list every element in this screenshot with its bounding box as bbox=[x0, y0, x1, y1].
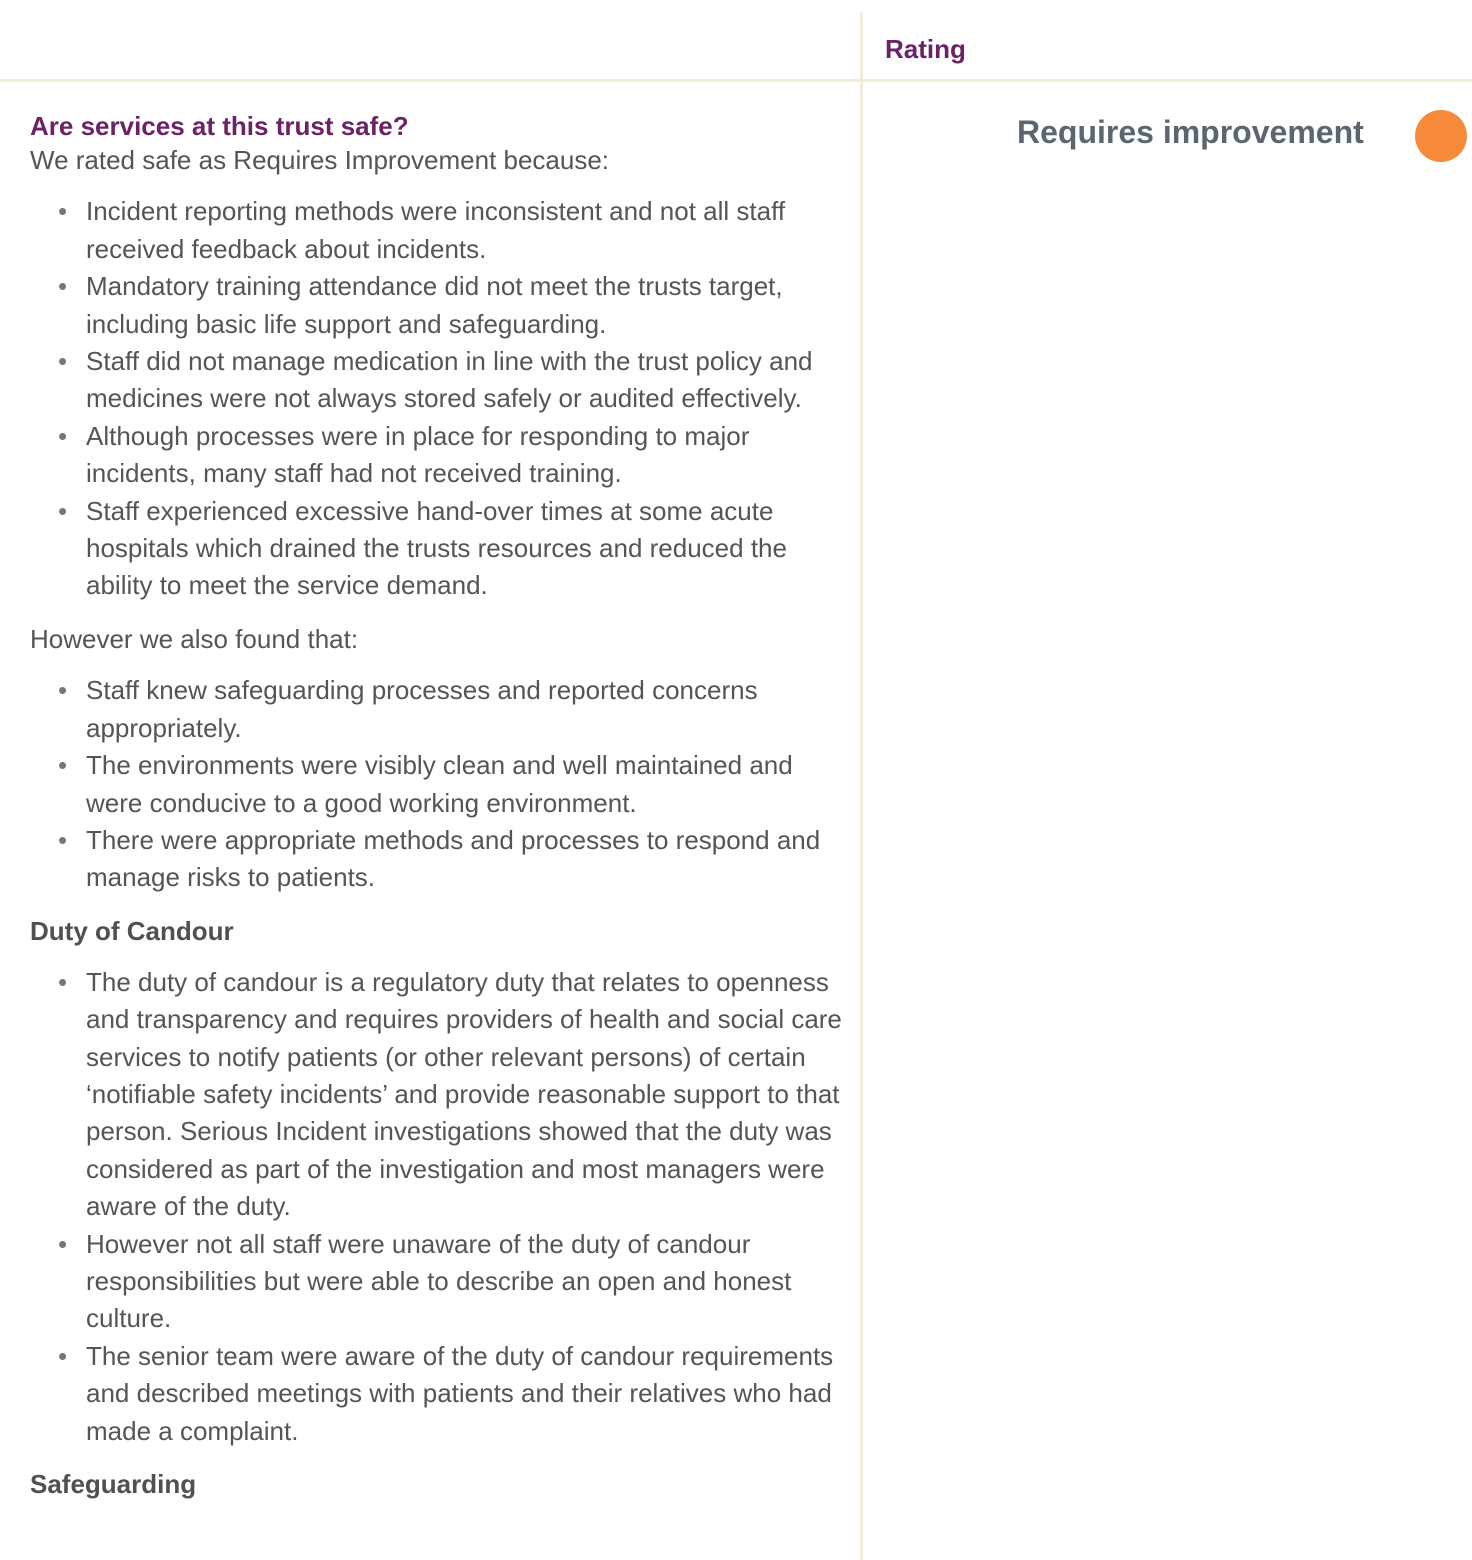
list-item: Although processes were in place for res… bbox=[58, 418, 845, 493]
findings-column: Are services at this trust safe? We rate… bbox=[30, 110, 845, 1503]
duty-of-candour-heading: Duty of Candour bbox=[30, 915, 234, 946]
concerns-list: Incident reporting methods were inconsis… bbox=[30, 193, 845, 604]
positives-list: Staff knew safeguarding processes and re… bbox=[30, 672, 845, 896]
safeguarding-heading: Safeguarding bbox=[30, 1469, 197, 1499]
list-item: The senior team were aware of the duty o… bbox=[58, 1338, 845, 1450]
list-item: Incident reporting methods were inconsis… bbox=[58, 193, 845, 268]
list-item: However not all staff were unaware of th… bbox=[58, 1226, 845, 1338]
rating-indicator-dot bbox=[1415, 110, 1467, 162]
intro-text: We rated safe as Requires Improvement be… bbox=[30, 145, 610, 175]
column-divider bbox=[860, 12, 863, 1560]
list-item: Staff did not manage medication in line … bbox=[58, 343, 845, 418]
list-item: Mandatory training attendance did not me… bbox=[58, 268, 845, 343]
list-item: Staff knew safeguarding processes and re… bbox=[58, 672, 845, 747]
list-item: The environments were visibly clean and … bbox=[58, 747, 845, 822]
however-intro-text: However we also found that: bbox=[30, 623, 359, 654]
list-item: The duty of candour is a regulatory duty… bbox=[58, 964, 845, 1226]
question-title: Are services at this trust safe? bbox=[30, 111, 409, 141]
list-item: There were appropriate methods and proce… bbox=[58, 822, 845, 897]
list-item: Staff experienced excessive hand-over ti… bbox=[58, 493, 845, 605]
table-header-row: Rating bbox=[0, 0, 1472, 82]
rating-value: Requires improvement bbox=[1017, 114, 1364, 150]
rating-column-header: Rating bbox=[885, 34, 966, 64]
duty-of-candour-list: The duty of candour is a regulatory duty… bbox=[30, 964, 845, 1450]
